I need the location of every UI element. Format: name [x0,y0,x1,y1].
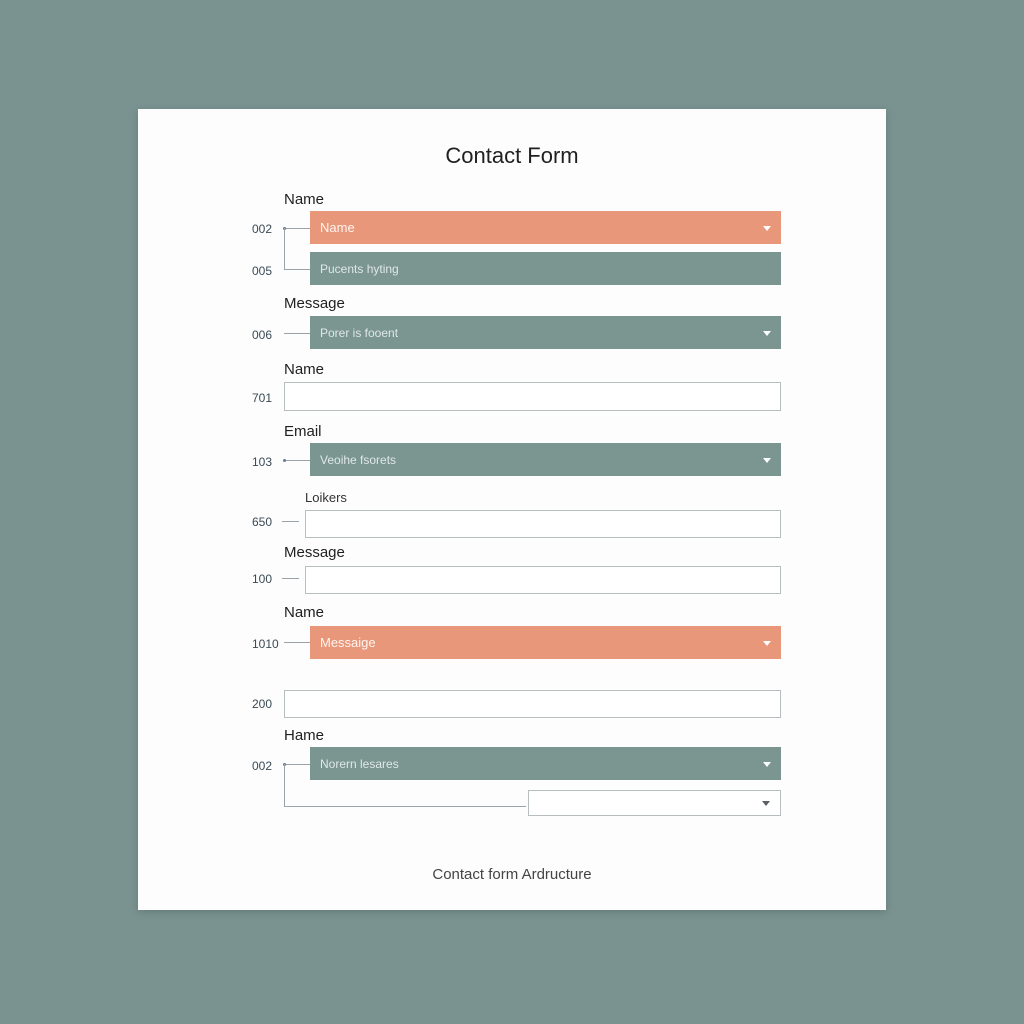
message-coral-select[interactable]: Messaige [310,626,781,659]
row-number: 1010 [252,637,279,651]
hame-select[interactable]: Norern lesares [310,747,781,780]
name-select[interactable]: Name [310,211,781,244]
connector-line [284,806,526,807]
message-label: Message [284,295,345,312]
connector-line [282,521,299,522]
email-select-value: Veoihe fsorets [320,452,397,467]
name-input-value: Pucents hyting [320,261,399,276]
small-select[interactable] [528,790,781,816]
name-input[interactable]: Pucents hyting [310,252,781,285]
name-label: Name [284,361,325,378]
connector-line [282,578,299,579]
chevron-down-icon [763,457,771,463]
chevron-down-icon [762,801,770,806]
connector-line [284,642,310,643]
hame-select-value: Norern lesares [320,756,399,771]
row-number: 100 [252,572,273,586]
name-text-input[interactable] [284,382,781,411]
loikers-input[interactable] [305,510,781,538]
chevron-down-icon [763,761,771,767]
row-number: 006 [252,328,273,342]
extra-input[interactable] [284,690,781,718]
row-number: 002 [252,759,273,773]
connector-line [284,764,310,765]
form-footer: Contact form Ardructure [432,866,592,883]
message-label: Message [284,544,345,561]
message-input[interactable] [305,566,781,594]
name-label: Name [284,604,325,621]
connector-line [284,460,310,461]
connector-line [284,228,285,269]
hame-label: Hame [284,727,325,744]
contact-form-card: Contact Form Name 002 Name 005 Pucents h… [138,109,886,910]
name-label: Name [284,191,325,208]
chevron-down-icon [763,330,771,336]
connector-line [284,333,310,334]
row-number: 103 [252,455,273,469]
form-title: Contact Form [445,143,579,168]
connector-line [284,228,310,229]
connector-line [284,764,285,806]
chevron-down-icon [763,640,771,646]
email-select[interactable]: Veoihe fsorets [310,443,781,476]
row-number: 005 [252,264,273,278]
loikers-label: Loikers [305,490,347,505]
row-number: 650 [252,515,273,529]
message-coral-select-value: Messaige [320,635,376,650]
chevron-down-icon [763,225,771,231]
message-select[interactable]: Porer is fooent [310,316,781,349]
row-number: 002 [252,222,273,236]
connector-dot [283,459,286,462]
email-label: Email [284,423,322,440]
name-select-value: Name [320,220,355,235]
message-select-value: Porer is fooent [320,325,399,340]
